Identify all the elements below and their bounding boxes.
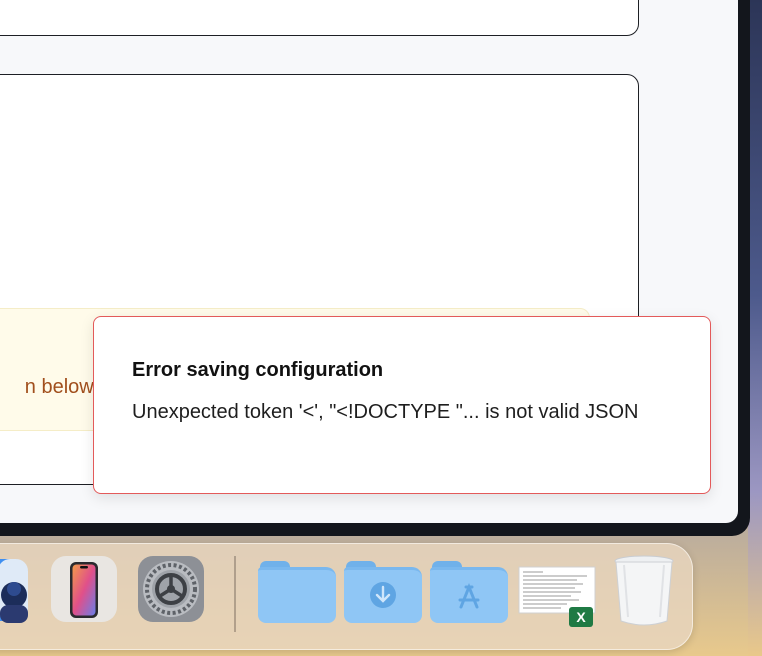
dock-item-folder[interactable]: [258, 555, 336, 625]
dock-item-iphone-mirroring[interactable]: [50, 555, 118, 625]
settings-card-top: [0, 0, 639, 36]
iphone-mirroring-icon: [51, 556, 117, 622]
folder-icon: [258, 555, 336, 625]
error-toast[interactable]: Error saving configuration Unexpected to…: [93, 316, 711, 494]
dock-item-applications[interactable]: [430, 555, 508, 625]
svg-text:X: X: [576, 609, 586, 625]
dock-item-finder[interactable]: [0, 555, 32, 625]
toast-message: Unexpected token '<', "<!DOCTYPE "... is…: [132, 401, 639, 423]
excel-document-icon: X: [518, 566, 596, 627]
trash-icon: [614, 555, 674, 626]
toast-title: Error saving configuration: [132, 359, 384, 381]
desktop-wallpaper: [748, 0, 762, 656]
downloads-folder-icon: [344, 555, 422, 625]
dock-divider: [234, 556, 236, 632]
dock-item-system-settings[interactable]: [137, 555, 205, 625]
dock-item-downloads[interactable]: [344, 555, 422, 625]
applications-folder-icon: [430, 555, 508, 625]
dock-item-excel-document[interactable]: X: [517, 555, 597, 627]
finder-icon: [0, 559, 28, 623]
system-settings-icon: [138, 556, 204, 622]
dock-item-trash[interactable]: [612, 555, 676, 626]
